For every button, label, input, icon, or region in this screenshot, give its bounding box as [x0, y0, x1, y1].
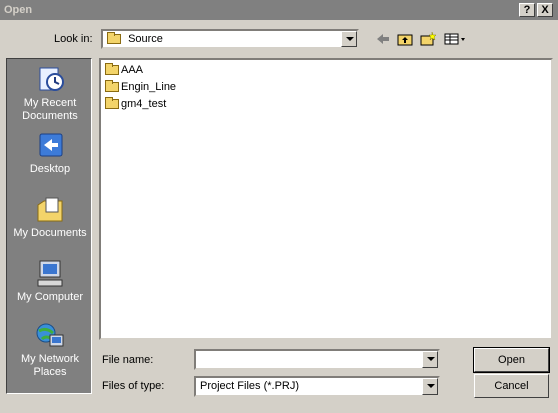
my-computer-icon: [34, 259, 66, 289]
list-item[interactable]: gm4_test: [105, 97, 166, 110]
look-in-value: Source: [128, 33, 163, 46]
title-bar: Open ? X: [0, 0, 558, 20]
place-label: My Network Places: [20, 353, 80, 378]
my-documents-icon: [34, 195, 66, 225]
help-button[interactable]: ?: [519, 3, 535, 17]
chevron-down-icon[interactable]: [422, 351, 438, 368]
file-name-combo[interactable]: [194, 349, 440, 370]
open-button[interactable]: Open: [473, 347, 550, 373]
place-desktop[interactable]: Desktop: [7, 131, 93, 176]
folder-icon: [105, 63, 119, 76]
place-label: My Computer: [16, 291, 84, 303]
folder-icon: [105, 80, 119, 93]
place-label: Desktop: [29, 163, 71, 175]
view-menu-icon[interactable]: [443, 31, 467, 47]
network-places-icon: [34, 321, 66, 351]
list-item[interactable]: Engin_Line: [105, 80, 176, 93]
look-in-label: Look in:: [54, 33, 93, 45]
place-label: My Documents: [13, 227, 87, 239]
place-network-places[interactable]: My Network Places: [7, 321, 93, 379]
up-folder-icon[interactable]: [396, 31, 414, 47]
list-item[interactable]: AAA: [105, 63, 143, 76]
files-of-type-combo[interactable]: Project Files (*.PRJ): [194, 376, 440, 397]
file-list[interactable]: AAA Engin_Line gm4_test: [99, 58, 553, 340]
places-bar: My Recent Documents Desktop My Documents…: [6, 58, 92, 394]
close-button[interactable]: X: [537, 3, 553, 17]
desktop-icon: [34, 131, 66, 161]
files-of-type-value: Project Files (*.PRJ): [200, 380, 300, 392]
cancel-button[interactable]: Cancel: [474, 374, 549, 398]
folder-icon: [105, 97, 119, 110]
place-my-documents[interactable]: My Documents: [7, 195, 93, 240]
place-my-computer[interactable]: My Computer: [7, 259, 93, 304]
folder-icon: [107, 32, 121, 45]
file-name-label: File name:: [102, 354, 154, 366]
recent-documents-icon: [34, 65, 66, 95]
files-of-type-label: Files of type:: [102, 380, 165, 392]
look-in-combo[interactable]: Source: [101, 29, 359, 49]
chevron-down-icon[interactable]: [341, 31, 357, 47]
window-title: Open: [4, 4, 33, 16]
chevron-down-icon[interactable]: [422, 378, 438, 395]
place-label: My Recent Documents: [22, 97, 78, 122]
new-folder-icon[interactable]: [419, 31, 437, 47]
place-recent-documents[interactable]: My Recent Documents: [7, 65, 93, 123]
back-arrow-icon[interactable]: [374, 31, 392, 47]
